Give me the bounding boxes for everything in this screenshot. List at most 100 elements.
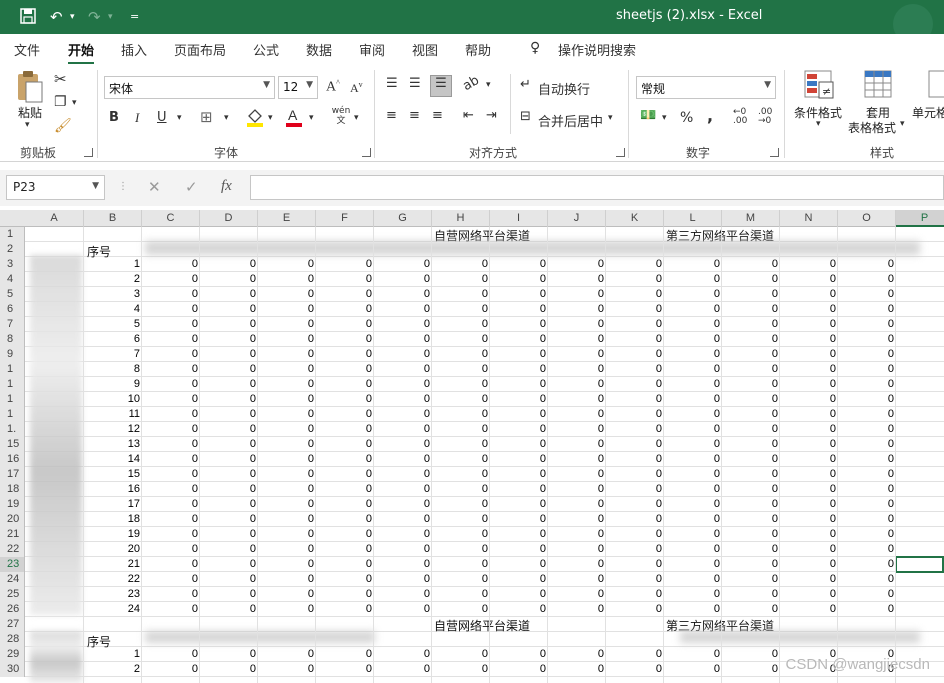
value-cell[interactable]: 0 — [258, 542, 316, 557]
tab-formulas[interactable]: 公式 — [253, 40, 279, 59]
merge-center-icon[interactable]: ⊟ — [520, 109, 531, 124]
align-top-icon[interactable]: ☰ — [386, 76, 398, 91]
value-cell[interactable]: 0 — [490, 647, 548, 662]
value-cell[interactable]: 0 — [548, 437, 606, 452]
value-cell[interactable]: 0 — [780, 497, 838, 512]
value-cell[interactable]: 0 — [200, 497, 258, 512]
value-cell[interactable]: 0 — [548, 377, 606, 392]
value-cell[interactable]: 0 — [780, 557, 838, 572]
value-cell[interactable]: 0 — [316, 287, 374, 302]
column-header-h[interactable]: H — [432, 210, 490, 227]
value-cell[interactable]: 0 — [374, 377, 432, 392]
value-cell[interactable]: 0 — [548, 602, 606, 617]
row-header[interactable]: 24 — [0, 572, 25, 587]
row-header[interactable]: 20 — [0, 512, 25, 527]
percent-style-button[interactable]: % — [680, 110, 693, 126]
value-cell[interactable]: 0 — [780, 287, 838, 302]
value-cell[interactable]: 0 — [664, 662, 722, 677]
seq-cell[interactable]: 16 — [84, 482, 142, 497]
value-cell[interactable]: 0 — [780, 437, 838, 452]
value-cell[interactable]: 0 — [374, 302, 432, 317]
value-cell[interactable]: 0 — [490, 557, 548, 572]
value-cell[interactable]: 0 — [606, 542, 664, 557]
paste-dropdown-icon[interactable]: ▾ — [25, 120, 30, 130]
value-cell[interactable]: 0 — [258, 602, 316, 617]
tab-file[interactable]: 文件 — [14, 40, 40, 59]
seq-cell[interactable]: 22 — [84, 572, 142, 587]
value-cell[interactable]: 0 — [200, 662, 258, 677]
font-name-combo[interactable]: 宋体 ▼ — [104, 76, 275, 99]
value-cell[interactable]: 0 — [606, 332, 664, 347]
value-cell[interactable]: 0 — [432, 407, 490, 422]
save-icon[interactable] — [20, 8, 36, 28]
increase-decimal-button[interactable]: ←0.00 — [733, 108, 747, 126]
value-cell[interactable]: 0 — [664, 512, 722, 527]
value-cell[interactable]: 0 — [548, 422, 606, 437]
cut-icon[interactable]: ✂ — [54, 70, 67, 88]
value-cell[interactable]: 0 — [490, 287, 548, 302]
value-cell[interactable]: 0 — [316, 587, 374, 602]
value-cell[interactable]: 0 — [142, 302, 200, 317]
value-cell[interactable]: 0 — [316, 662, 374, 677]
seq-cell[interactable]: 18 — [84, 512, 142, 527]
row-header[interactable]: 19 — [0, 497, 25, 512]
value-cell[interactable]: 0 — [142, 542, 200, 557]
accounting-dropdown-icon[interactable]: ▾ — [662, 113, 667, 123]
value-cell[interactable]: 0 — [374, 287, 432, 302]
value-cell[interactable]: 0 — [606, 392, 664, 407]
row-header[interactable]: 18 — [0, 482, 25, 497]
value-cell[interactable]: 0 — [142, 257, 200, 272]
seq-header[interactable]: 序号 — [87, 243, 111, 260]
value-cell[interactable]: 0 — [838, 392, 896, 407]
value-cell[interactable]: 0 — [142, 437, 200, 452]
value-cell[interactable]: 0 — [374, 347, 432, 362]
value-cell[interactable]: 0 — [432, 362, 490, 377]
row-header[interactable]: 1 — [0, 362, 25, 377]
value-cell[interactable]: 0 — [664, 362, 722, 377]
value-cell[interactable]: 0 — [490, 602, 548, 617]
value-cell[interactable]: 0 — [490, 587, 548, 602]
value-cell[interactable]: 0 — [606, 437, 664, 452]
value-cell[interactable]: 0 — [316, 557, 374, 572]
bold-button[interactable]: B — [109, 110, 119, 125]
font-color-dropdown-icon[interactable]: ▾ — [309, 113, 314, 123]
number-format-combo[interactable]: 常规 ▼ — [636, 76, 776, 99]
grow-font-button[interactable]: A^ — [326, 78, 340, 96]
column-header-c[interactable]: C — [142, 210, 200, 227]
value-cell[interactable]: 0 — [780, 587, 838, 602]
name-box[interactable]: P23 ▼ — [6, 175, 105, 200]
value-cell[interactable]: 0 — [548, 347, 606, 362]
value-cell[interactable]: 0 — [664, 287, 722, 302]
value-cell[interactable]: 0 — [548, 317, 606, 332]
value-cell[interactable]: 0 — [838, 602, 896, 617]
fill-color-dropdown-icon[interactable]: ▾ — [268, 113, 273, 123]
value-cell[interactable]: 0 — [200, 272, 258, 287]
value-cell[interactable]: 0 — [664, 272, 722, 287]
value-cell[interactable]: 0 — [432, 587, 490, 602]
italic-button[interactable]: I — [135, 110, 139, 126]
value-cell[interactable]: 0 — [722, 482, 780, 497]
value-cell[interactable]: 0 — [374, 317, 432, 332]
value-cell[interactable]: 0 — [722, 557, 780, 572]
value-cell[interactable]: 0 — [432, 332, 490, 347]
value-cell[interactable]: 0 — [664, 302, 722, 317]
value-cell[interactable]: 0 — [606, 257, 664, 272]
value-cell[interactable]: 0 — [490, 662, 548, 677]
seq-cell[interactable]: 24 — [84, 602, 142, 617]
value-cell[interactable]: 0 — [664, 377, 722, 392]
seq-cell[interactable]: 10 — [84, 392, 142, 407]
value-cell[interactable]: 0 — [490, 407, 548, 422]
value-cell[interactable]: 0 — [722, 527, 780, 542]
decrease-decimal-button[interactable]: .00 →0 — [758, 108, 772, 126]
increase-indent-icon[interactable]: ⇥ — [486, 108, 497, 123]
column-header-d[interactable]: D — [200, 210, 258, 227]
conditional-format-dropdown-icon[interactable]: ▾ — [816, 119, 821, 129]
value-cell[interactable]: 0 — [548, 272, 606, 287]
paste-icon[interactable] — [14, 70, 46, 104]
seq-cell[interactable]: 4 — [84, 302, 142, 317]
value-cell[interactable]: 0 — [606, 407, 664, 422]
value-cell[interactable]: 0 — [374, 272, 432, 287]
value-cell[interactable]: 0 — [200, 527, 258, 542]
value-cell[interactable]: 0 — [200, 647, 258, 662]
value-cell[interactable]: 0 — [606, 272, 664, 287]
